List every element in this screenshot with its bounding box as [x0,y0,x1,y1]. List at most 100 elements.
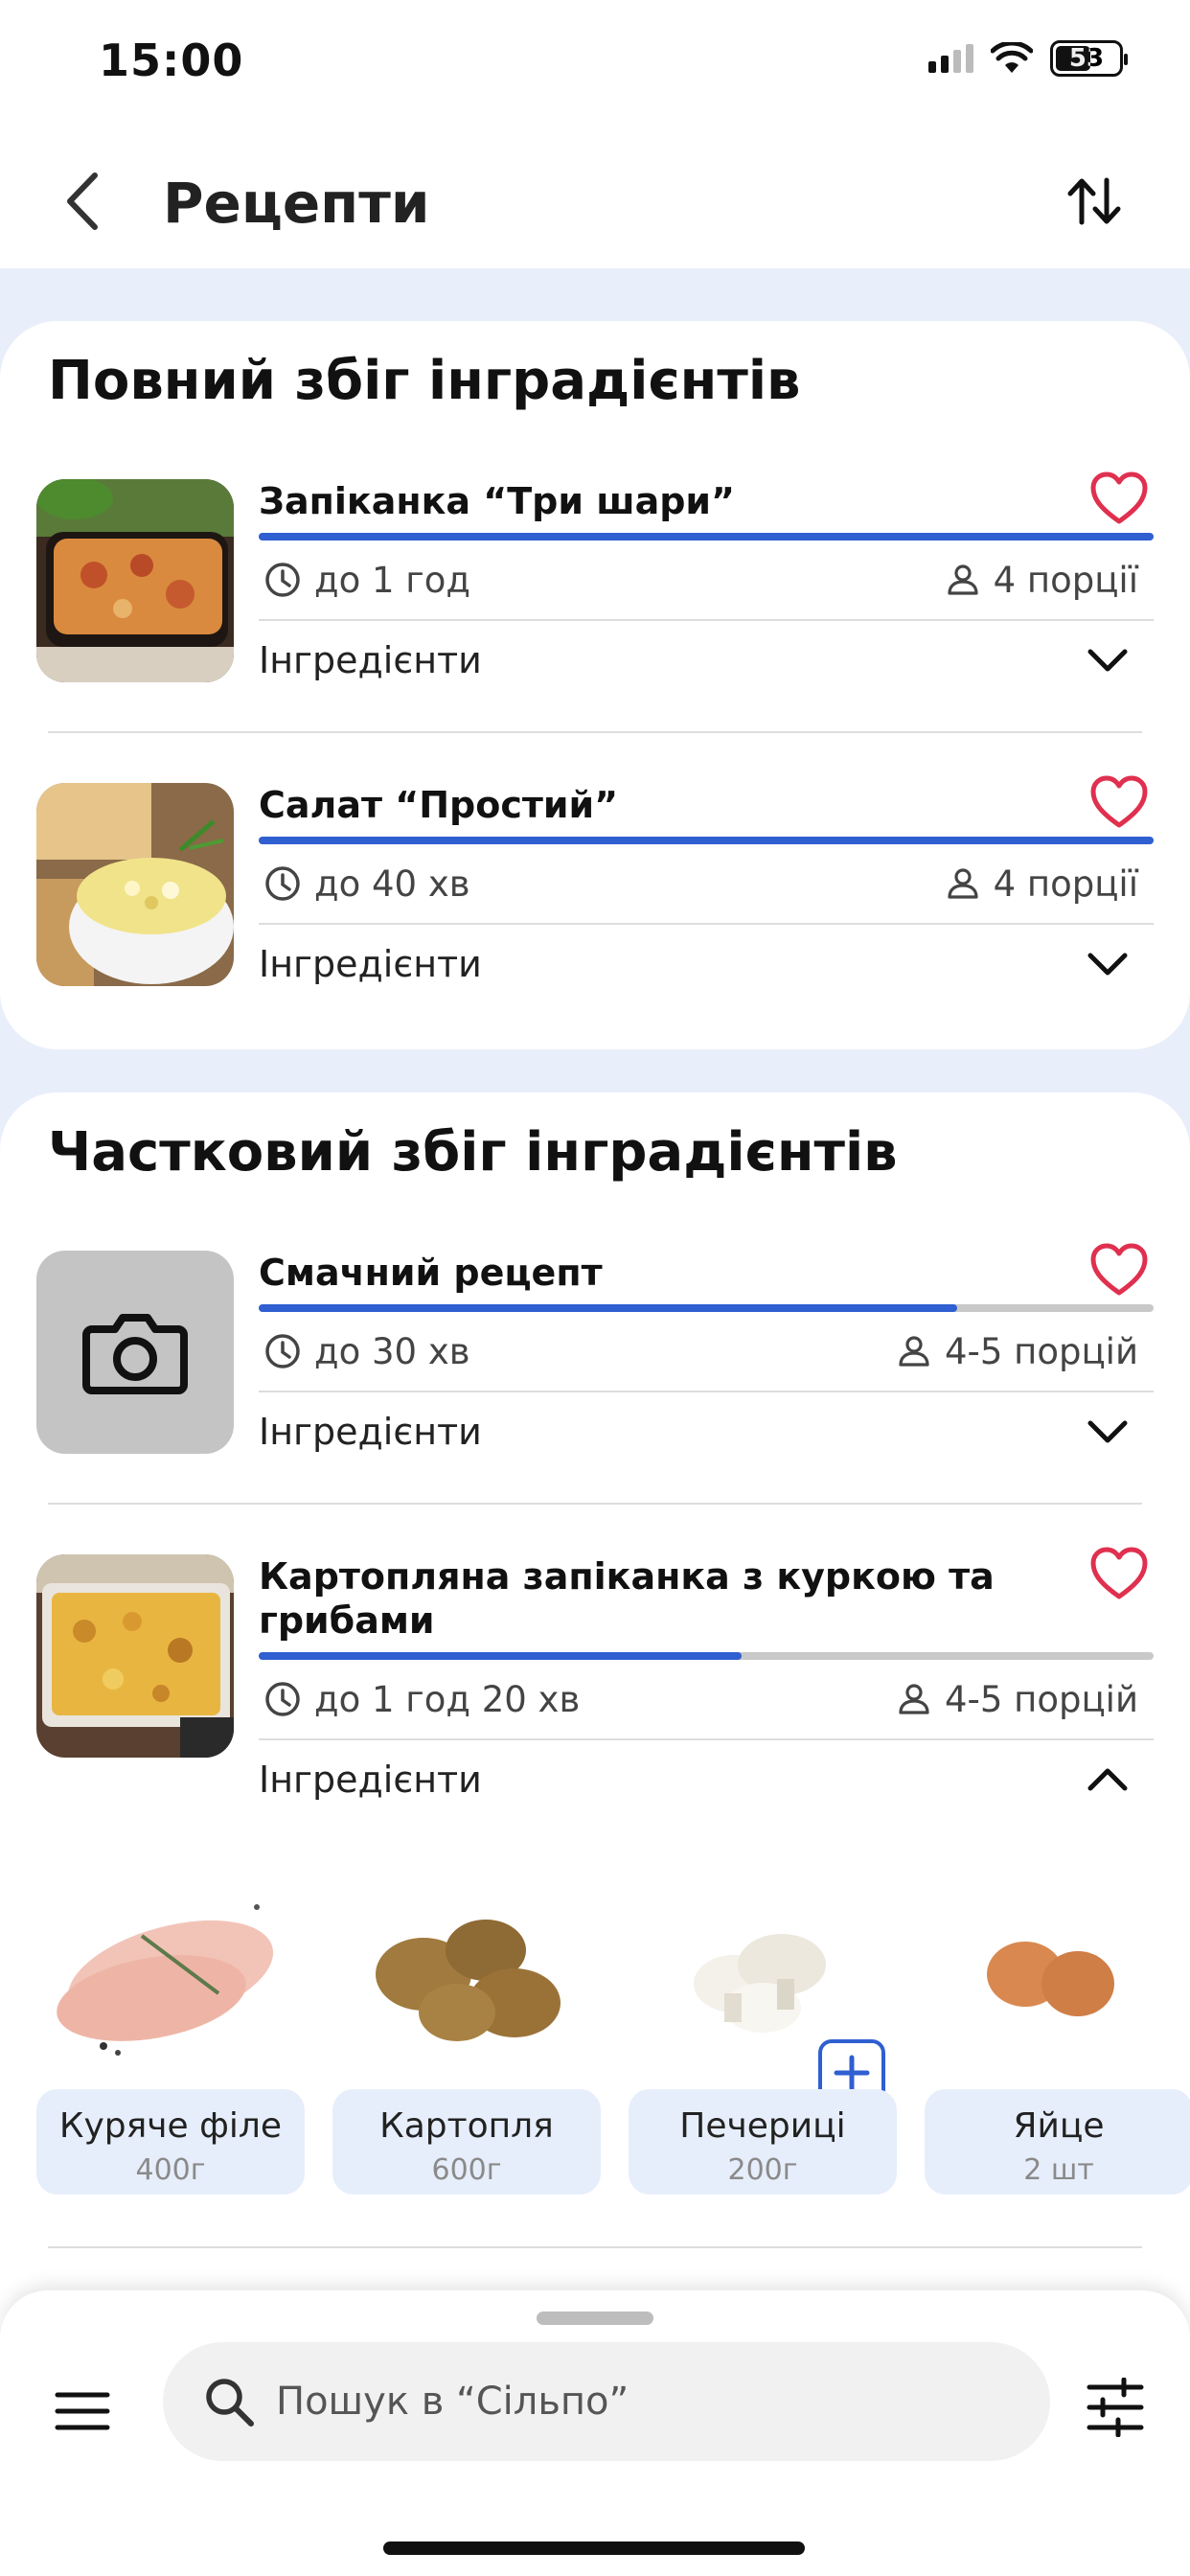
person-icon [948,564,978,595]
portions-text: 4 порції [993,559,1138,601]
heart-icon [1090,775,1148,828]
ingredient-name: Яйце [1013,2106,1105,2146]
recipe-body: Запіканка “Три шари” до 1 год 4 порції І… [259,472,1154,700]
recipe-meta: до 1 год 20 хв 4-5 порцій [259,1660,1154,1740]
chevron-down-icon [1079,1408,1136,1456]
ingredients-carousel[interactable]: Куряче філе 400г Картопля 600г Печериці … [36,1859,1190,2204]
recipe-image-casserole [36,479,234,682]
match-progress-fill [259,837,1154,844]
clock-icon [265,1682,300,1716]
ingredients-label: Інгредієнти [259,1411,482,1453]
cook-time: до 40 хв [259,863,486,905]
status-time: 15:00 [99,34,244,86]
cook-time: до 30 хв [259,1331,486,1372]
heart-icon [1090,1547,1148,1599]
ingredient-label: Печериці 200г [629,2089,897,2195]
portions: 4-5 порцій [897,1679,1154,1720]
favorite-button[interactable] [1090,775,1152,833]
ingredients-toggle[interactable]: Інгредієнти [259,1740,1154,1819]
cook-time: до 1 год 20 хв [259,1679,595,1720]
portions: 4 порції [946,863,1154,905]
divider [48,1503,1142,1505]
battery-level: 53 [1068,44,1105,73]
home-indicator[interactable] [383,2542,805,2555]
back-button[interactable] [53,168,110,235]
match-progress-bar [259,837,1154,844]
camera-icon [82,1314,188,1394]
page-title: Рецепти [163,171,430,236]
battery-icon: 53 [1050,40,1128,77]
ingredient-name: Печериці [679,2106,846,2146]
recipe-title[interactable]: Запіканка “Три шари” [259,479,1154,523]
ingredient-card[interactable]: Яйце 2 шт [925,1859,1190,2204]
recipe-body: Картопляна запіканка з куркою та грибами… [259,1547,1154,1819]
match-progress-fill [259,1652,743,1660]
clock-icon [265,563,300,597]
heart-icon [1090,1243,1148,1296]
ingredients-label: Інгредієнти [259,943,482,985]
favorite-button[interactable] [1090,1243,1152,1300]
favorite-button[interactable] [1090,1547,1152,1604]
status-icons: 53 [928,40,1128,77]
section-title: Частковий збіг інградієнтів [48,1121,898,1184]
ingredient-qty: 600г [431,2153,502,2187]
ingredients-toggle[interactable]: Інгредієнти [259,621,1154,700]
match-progress-bar [259,1652,1154,1660]
ingredients-toggle[interactable]: Інгредієнти [259,925,1154,1003]
hamburger-menu-icon [55,2392,110,2430]
ingredient-qty: 2 шт [1023,2153,1094,2187]
cook-time-text: до 30 хв [314,1330,470,1372]
cellular-signal-icon [928,44,973,73]
divider [48,731,1142,733]
clock-icon [265,1334,300,1368]
portions-text: 4 порції [993,862,1138,905]
section-title: Повний збіг інградієнтів [48,350,801,412]
recipe-title[interactable]: Салат “Простий” [259,783,1154,827]
ingredient-image-chicken [57,1904,274,2056]
ingredients-toggle[interactable]: Інгредієнти [259,1392,1154,1471]
search-icon [206,2379,254,2426]
ingredient-qty: 400г [135,2153,206,2187]
recipe-meta: до 1 год 4 порції [259,540,1154,621]
match-progress-bar [259,1304,1154,1312]
ingredient-label: Куряче філе 400г [36,2089,305,2195]
ingredient-card[interactable]: Картопля 600г [332,1859,601,2204]
cook-time-text: до 1 год [314,559,470,601]
filter-button[interactable] [1077,2369,1154,2446]
ingredient-qty: 200г [727,2153,798,2187]
ingredient-card[interactable]: Печериці 200г [629,1859,897,2204]
portions: 4-5 порцій [897,1331,1154,1372]
recipe-meta: до 30 хв 4-5 порцій [259,1312,1154,1392]
sort-arrows-icon [1067,177,1121,225]
ingredient-name: Картопля [379,2106,554,2146]
favorite-button[interactable] [1090,472,1152,529]
wifi-icon [991,42,1033,73]
cook-time-text: до 1 год 20 хв [314,1678,581,1720]
partial-match-section: Частковий збіг інградієнтів Смачний реце… [0,1092,1190,2415]
header: Рецепти [0,134,1190,268]
sheet-grabber[interactable] [537,2312,653,2325]
clock-icon [265,866,300,901]
sort-button[interactable] [1056,163,1133,240]
recipe-body: Салат “Простий” до 40 хв 4 порції Інгред… [259,775,1154,1003]
match-progress-fill [259,1304,957,1312]
search-input[interactable]: Пошук в “Сільпо” [163,2342,1050,2461]
recipe-meta: до 40 хв 4 порції [259,844,1154,925]
cook-time-text: до 40 хв [314,862,470,905]
recipe-image-placeholder [36,1251,234,1454]
status-bar: 15:00 53 [0,0,1190,134]
recipe-image-salad [36,783,234,986]
match-progress-bar [259,533,1154,540]
person-icon [948,868,978,899]
person-icon [899,1684,929,1714]
ingredient-image-potato [376,1920,561,2041]
ingredient-card[interactable]: Куряче філе 400г [36,1859,305,2204]
person-icon [899,1336,929,1367]
recipe-title[interactable]: Смачний рецепт [259,1251,1154,1295]
menu-button[interactable] [48,2377,117,2446]
portions: 4 порції [946,560,1154,601]
portions-text: 4-5 порцій [944,1330,1138,1372]
recipe-image-potato-casserole [36,1554,234,1758]
cook-time: до 1 год [259,560,486,601]
recipe-title[interactable]: Картопляна запіканка з куркою та грибами [259,1554,1154,1643]
